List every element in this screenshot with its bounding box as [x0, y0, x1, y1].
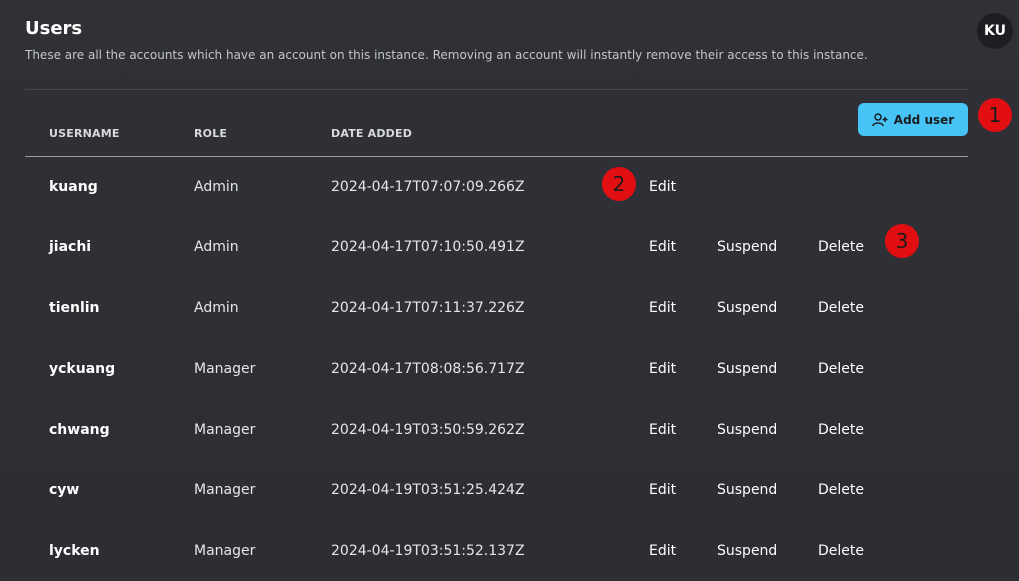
cell-date-added: 2024-04-19T03:51:25.424Z — [331, 482, 525, 498]
annotation-marker: 1 — [978, 98, 1012, 132]
delete-button[interactable]: Delete — [818, 422, 864, 438]
cell-username: tienlin — [49, 300, 100, 316]
user-plus-icon — [872, 112, 888, 127]
cell-role: Manager — [194, 361, 256, 377]
divider — [25, 89, 968, 90]
cell-username: yckuang — [49, 361, 116, 377]
edit-button[interactable]: Edit — [649, 543, 676, 559]
table-row: chwang Manager 2024-04-19T03:50:59.262Z … — [0, 400, 1019, 460]
edit-button[interactable]: Edit — [649, 361, 676, 377]
cell-date-added: 2024-04-19T03:50:59.262Z — [331, 422, 525, 438]
cell-date-added: 2024-04-17T07:10:50.491Z — [331, 239, 525, 255]
table-row: yckuang Manager 2024-04-17T08:08:56.717Z… — [0, 339, 1019, 399]
edit-button[interactable]: Edit — [649, 239, 676, 255]
cell-role: Manager — [194, 482, 256, 498]
suspend-button[interactable]: Suspend — [717, 239, 777, 255]
suspend-button[interactable]: Suspend — [717, 543, 777, 559]
table-row: cyw Manager 2024-04-19T03:51:25.424Z Edi… — [0, 460, 1019, 520]
column-header-username: USERNAME — [49, 127, 120, 140]
table-row: kuang Admin 2024-04-17T07:07:09.266Z Edi… — [0, 157, 1019, 217]
cell-username: chwang — [49, 422, 110, 438]
delete-button[interactable]: Delete — [818, 482, 864, 498]
page-description: These are all the accounts which have an… — [25, 48, 868, 62]
cell-date-added: 2024-04-17T07:11:37.226Z — [331, 300, 525, 316]
suspend-button[interactable]: Suspend — [717, 361, 777, 377]
users-panel: Users These are all the accounts which h… — [0, 0, 1019, 577]
add-user-label: Add user — [893, 112, 955, 127]
edit-button[interactable]: Edit — [649, 179, 676, 195]
cell-role: Manager — [194, 422, 256, 438]
cell-username: cyw — [49, 482, 80, 498]
cell-date-added: 2024-04-17T08:08:56.717Z — [331, 361, 525, 377]
cell-role: Admin — [194, 239, 239, 255]
page-title: Users — [25, 18, 83, 39]
suspend-button[interactable]: Suspend — [717, 422, 777, 438]
table-row: jiachi Admin 2024-04-17T07:10:50.491Z Ed… — [0, 217, 1019, 277]
cell-username: jiachi — [49, 239, 92, 255]
annotation-marker: 3 — [885, 224, 919, 258]
add-user-button[interactable]: Add user — [858, 103, 968, 136]
suspend-button[interactable]: Suspend — [717, 482, 777, 498]
cell-username: kuang — [49, 179, 98, 195]
cell-role: Admin — [194, 300, 239, 316]
column-header-role: ROLE — [194, 127, 228, 140]
delete-button[interactable]: Delete — [818, 361, 864, 377]
edit-button[interactable]: Edit — [649, 482, 676, 498]
delete-button[interactable]: Delete — [818, 543, 864, 559]
delete-button[interactable]: Delete — [818, 300, 864, 316]
edit-button[interactable]: Edit — [649, 300, 676, 316]
avatar[interactable]: KU — [977, 13, 1013, 49]
cell-username: lycken — [49, 543, 100, 559]
cell-date-added: 2024-04-17T07:07:09.266Z — [331, 179, 525, 195]
cell-date-added: 2024-04-19T03:51:52.137Z — [331, 543, 525, 559]
cell-role: Admin — [194, 179, 239, 195]
delete-button[interactable]: Delete — [818, 239, 864, 255]
annotation-marker: 2 — [602, 167, 636, 201]
table-row: tienlin Admin 2024-04-17T07:11:37.226Z E… — [0, 278, 1019, 338]
table-row: lycken Manager 2024-04-19T03:51:52.137Z … — [0, 521, 1019, 581]
suspend-button[interactable]: Suspend — [717, 300, 777, 316]
edit-button[interactable]: Edit — [649, 422, 676, 438]
column-header-date-added: DATE ADDED — [331, 127, 413, 140]
cell-role: Manager — [194, 543, 256, 559]
